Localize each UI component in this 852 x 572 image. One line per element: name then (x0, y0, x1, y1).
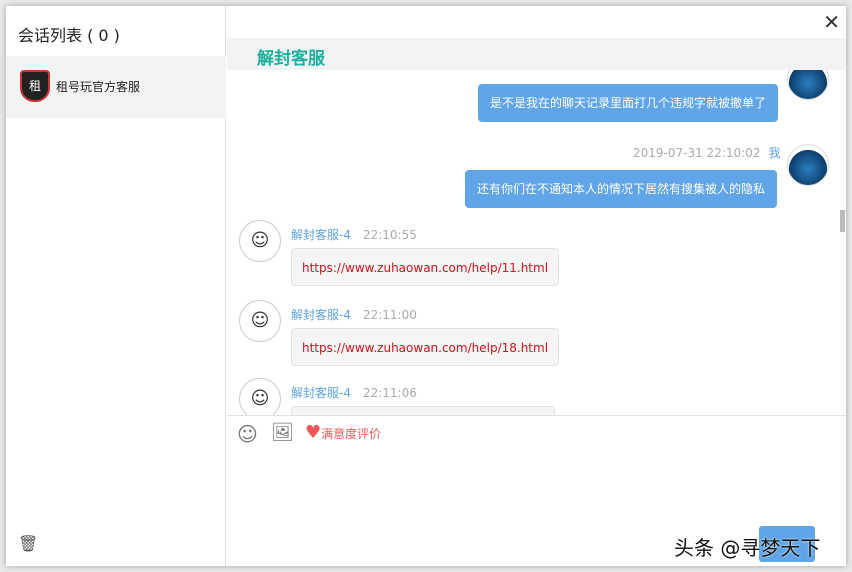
message-meta: 解封客服-4 22:10:55 (291, 228, 417, 242)
heart-icon: ♥ (305, 422, 322, 443)
conversation-name: 租号玩官方客服 (56, 80, 141, 94)
agent-avatar: ☺ (239, 220, 281, 262)
emoji-icon[interactable]: ☺ (237, 422, 258, 446)
chat-dialog: 会话列表 ( 0 ) 租 租号玩官方客服 🗑 ✕ 解封客服 是不是我在的聊天记录… (6, 6, 846, 566)
conversation-item[interactable]: 租 租号玩官方客服 (6, 56, 226, 118)
message-bubble: 还有你们在不通知本人的情况下居然有搜集被人的隐私 (465, 170, 778, 208)
sidebar-title: 会话列表 ( 0 ) (18, 26, 120, 45)
close-icon[interactable]: ✕ (823, 10, 840, 34)
rating-button[interactable]: ♥满意度评价 (305, 422, 381, 443)
message-meta: 2019-07-31 22:10:02 我 (633, 146, 781, 160)
user-avatar (787, 70, 829, 100)
service-logo: 租 (20, 70, 50, 102)
input-toolbar: ☺ 🖼 ♥满意度评价 (227, 415, 846, 455)
message-list: 是不是我在的聊天记录里面打几个违规字就被撤单了 2019-07-31 22:10… (227, 70, 846, 415)
chat-title: 解封客服 (257, 49, 325, 69)
message-bubble: 是不是我在的聊天记录里面打几个违规字就被撤单了 (478, 84, 779, 122)
watermark: 头条 @寻梦天下 (674, 536, 821, 560)
message-link[interactable]: https://www.zuhaowan.com/help/11.html (291, 248, 560, 286)
message-bubble (291, 406, 555, 415)
agent-avatar: ☺ (239, 300, 281, 342)
trash-icon[interactable]: 🗑 (18, 534, 38, 553)
chat-header: 解封客服 (227, 38, 846, 70)
message-meta: 解封客服-4 22:11:00 (291, 308, 417, 322)
message-meta: 解封客服-4 22:11:06 (291, 386, 417, 400)
message-link[interactable]: https://www.zuhaowan.com/help/18.html (291, 328, 560, 366)
user-avatar (787, 144, 829, 186)
agent-avatar: ☺ (239, 378, 281, 415)
conversation-sidebar: 会话列表 ( 0 ) 租 租号玩官方客服 🗑 (6, 6, 226, 566)
chat-main: ✕ 解封客服 是不是我在的聊天记录里面打几个违规字就被撤单了 2019-07-3… (227, 6, 846, 566)
image-icon[interactable]: 🖼 (271, 422, 294, 443)
scrollbar[interactable] (840, 70, 846, 415)
